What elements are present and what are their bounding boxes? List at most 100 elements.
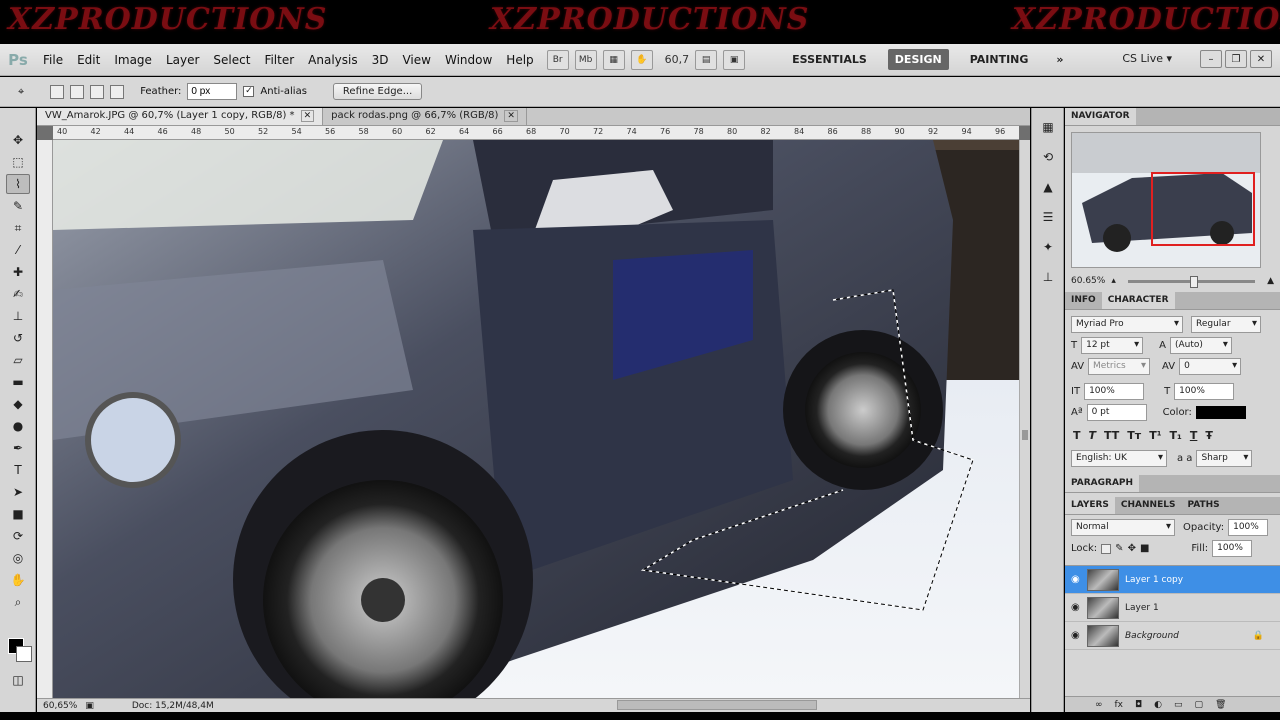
crop-tool-icon[interactable]: ⌗ xyxy=(6,218,30,238)
more-workspaces-icon[interactable]: » xyxy=(1049,49,1070,70)
new-group-icon[interactable]: ▭ xyxy=(1174,700,1183,710)
menu-analysis[interactable]: Analysis xyxy=(301,53,364,67)
eraser-tool-icon[interactable]: ▱ xyxy=(6,350,30,370)
close-icon[interactable]: ✕ xyxy=(1250,50,1272,68)
menu-filter[interactable]: Filter xyxy=(257,53,301,67)
3d-orbit-tool-icon[interactable]: ◎ xyxy=(6,548,30,568)
tab-channels[interactable]: CHANNELS xyxy=(1115,497,1182,514)
info-icon[interactable]: ▣ xyxy=(85,701,94,711)
visibility-eye-icon[interactable]: ◉ xyxy=(1071,574,1081,585)
vertical-scale-input[interactable]: 100% xyxy=(1084,383,1145,400)
background-color-swatch[interactable] xyxy=(16,646,32,662)
zoom-tool-icon[interactable]: ⌕ xyxy=(6,592,30,612)
histogram-icon[interactable]: ▲ xyxy=(1037,176,1059,198)
font-size-select[interactable]: 12 pt xyxy=(1081,337,1144,354)
brush-tool-icon[interactable]: ✍ xyxy=(6,284,30,304)
small-caps-button[interactable]: Tт xyxy=(1127,429,1141,442)
history-brush-icon[interactable]: ↺ xyxy=(6,328,30,348)
close-icon[interactable]: ✕ xyxy=(504,110,518,122)
tab-pack-rodas[interactable]: pack rodas.png @ 66,7% (RGB/8) ✕ xyxy=(323,108,527,125)
language-select[interactable]: English: UK xyxy=(1071,450,1167,467)
polygonal-lasso-icon[interactable]: ⌖ xyxy=(18,85,24,99)
antialias-checkbox[interactable]: ✓ xyxy=(243,86,255,97)
tab-paths[interactable]: PATHS xyxy=(1181,497,1225,514)
minibridge-button[interactable]: Mb xyxy=(574,49,597,70)
fill-input[interactable]: 100% xyxy=(1212,540,1253,557)
subscript-button[interactable]: T₁ xyxy=(1170,429,1182,442)
3d-rotate-tool-icon[interactable]: ⟳ xyxy=(6,526,30,546)
refine-edge-button[interactable]: Refine Edge... xyxy=(332,83,423,100)
text-color-swatch[interactable] xyxy=(1195,406,1246,419)
type-tool-icon[interactable]: T xyxy=(6,460,30,480)
font-family-select[interactable]: Myriad Pro xyxy=(1071,316,1183,333)
menu-window[interactable]: Window xyxy=(438,53,499,67)
hand-zoom-icon[interactable]: ✋ xyxy=(630,49,653,70)
delete-layer-icon[interactable]: 🗑 xyxy=(1215,700,1226,710)
clone-source-icon[interactable]: ⊥ xyxy=(1037,266,1059,288)
new-selection-icon[interactable] xyxy=(50,84,65,99)
menu-layer[interactable]: Layer xyxy=(159,53,206,67)
strikethrough-button[interactable]: Ŧ xyxy=(1205,429,1213,442)
bridge-button[interactable]: Br xyxy=(546,49,569,70)
intersect-selection-icon[interactable] xyxy=(110,84,125,99)
history-icon[interactable]: ⟲ xyxy=(1037,146,1059,168)
shape-tool-icon[interactable]: ■ xyxy=(6,504,30,524)
vertical-scrollbar[interactable] xyxy=(1019,140,1030,698)
zoom-in-icon[interactable]: ▲ xyxy=(1267,276,1274,286)
font-style-select[interactable]: Regular xyxy=(1191,316,1261,333)
faux-bold-button[interactable]: T xyxy=(1073,429,1081,442)
cs-live-button[interactable]: CS Live ▾ xyxy=(1122,52,1172,65)
hand-tool-icon[interactable]: ✋ xyxy=(6,570,30,590)
lock-transparency-icon[interactable] xyxy=(1101,543,1112,554)
layer-row[interactable]: ◉ Background 🔒 xyxy=(1065,622,1280,650)
navigator-thumbnail[interactable] xyxy=(1071,132,1261,268)
navigator-zoom-slider[interactable] xyxy=(1127,275,1256,288)
arrange-icon[interactable]: ▤ xyxy=(695,49,718,70)
screen-mode-icon[interactable]: ▣ xyxy=(723,49,746,70)
layer-row[interactable]: ◉ Layer 1 xyxy=(1065,594,1280,622)
faux-italic-button[interactable]: T xyxy=(1089,429,1097,442)
blend-mode-select[interactable]: Normal xyxy=(1071,519,1175,536)
adjustment-layer-icon[interactable]: ◐ xyxy=(1154,700,1162,710)
horizontal-scrollbar[interactable] xyxy=(617,700,817,710)
move-tool-icon[interactable]: ✥ xyxy=(6,130,30,150)
lock-position-icon[interactable]: ✥ xyxy=(1128,543,1136,554)
path-select-tool-icon[interactable]: ➤ xyxy=(6,482,30,502)
status-zoom[interactable]: 60,65% xyxy=(43,701,77,711)
tab-paragraph[interactable]: PARAGRAPH xyxy=(1065,475,1140,492)
baseline-shift-input[interactable]: 0 pt xyxy=(1086,404,1147,421)
lasso-tool-icon[interactable]: ⌇ xyxy=(6,174,30,194)
antialias-select[interactable]: Sharp xyxy=(1196,450,1253,467)
zoom-out-icon[interactable]: ▴ xyxy=(1111,276,1116,286)
all-caps-button[interactable]: TT xyxy=(1104,429,1119,442)
menu-file[interactable]: File xyxy=(36,53,70,67)
navigator-zoom[interactable]: 60.65% xyxy=(1071,276,1105,286)
kerning-select[interactable]: Metrics xyxy=(1088,358,1151,375)
menu-3d[interactable]: 3D xyxy=(365,53,396,67)
link-layers-icon[interactable]: ∞ xyxy=(1095,700,1103,710)
dodge-tool-icon[interactable]: ● xyxy=(6,416,30,436)
tab-layers[interactable]: LAYERS xyxy=(1065,497,1115,514)
brushes-icon[interactable]: ✦ xyxy=(1037,236,1059,258)
layer-mask-icon[interactable]: ◘ xyxy=(1135,700,1142,710)
menu-edit[interactable]: Edit xyxy=(70,53,107,67)
feather-input[interactable] xyxy=(187,83,238,100)
lock-pixels-icon[interactable]: ✎ xyxy=(1115,543,1123,554)
subtract-selection-icon[interactable] xyxy=(90,84,105,99)
menu-select[interactable]: Select xyxy=(206,53,257,67)
add-selection-icon[interactable] xyxy=(70,84,85,99)
restore-icon[interactable]: ❐ xyxy=(1225,50,1247,68)
layer-style-icon[interactable]: fx xyxy=(1115,700,1124,710)
menu-help[interactable]: Help xyxy=(499,53,540,67)
tracking-select[interactable]: 0 xyxy=(1179,358,1242,375)
scroll-thumb[interactable] xyxy=(1022,430,1028,440)
workspace-painting[interactable]: PAINTING xyxy=(963,49,1036,70)
leading-select[interactable]: (Auto) xyxy=(1169,337,1232,354)
marquee-tool-icon[interactable]: ⬚ xyxy=(6,152,30,172)
mini-bridge-icon[interactable]: ▦ xyxy=(1037,116,1059,138)
close-icon[interactable]: ✕ xyxy=(300,110,315,122)
workspace-design[interactable]: DESIGN xyxy=(887,49,949,70)
workspace-essentials[interactable]: ESSENTIALS xyxy=(785,49,874,70)
pen-tool-icon[interactable]: ✒ xyxy=(6,438,30,458)
eyedropper-tool-icon[interactable]: ⁄ xyxy=(6,240,30,260)
